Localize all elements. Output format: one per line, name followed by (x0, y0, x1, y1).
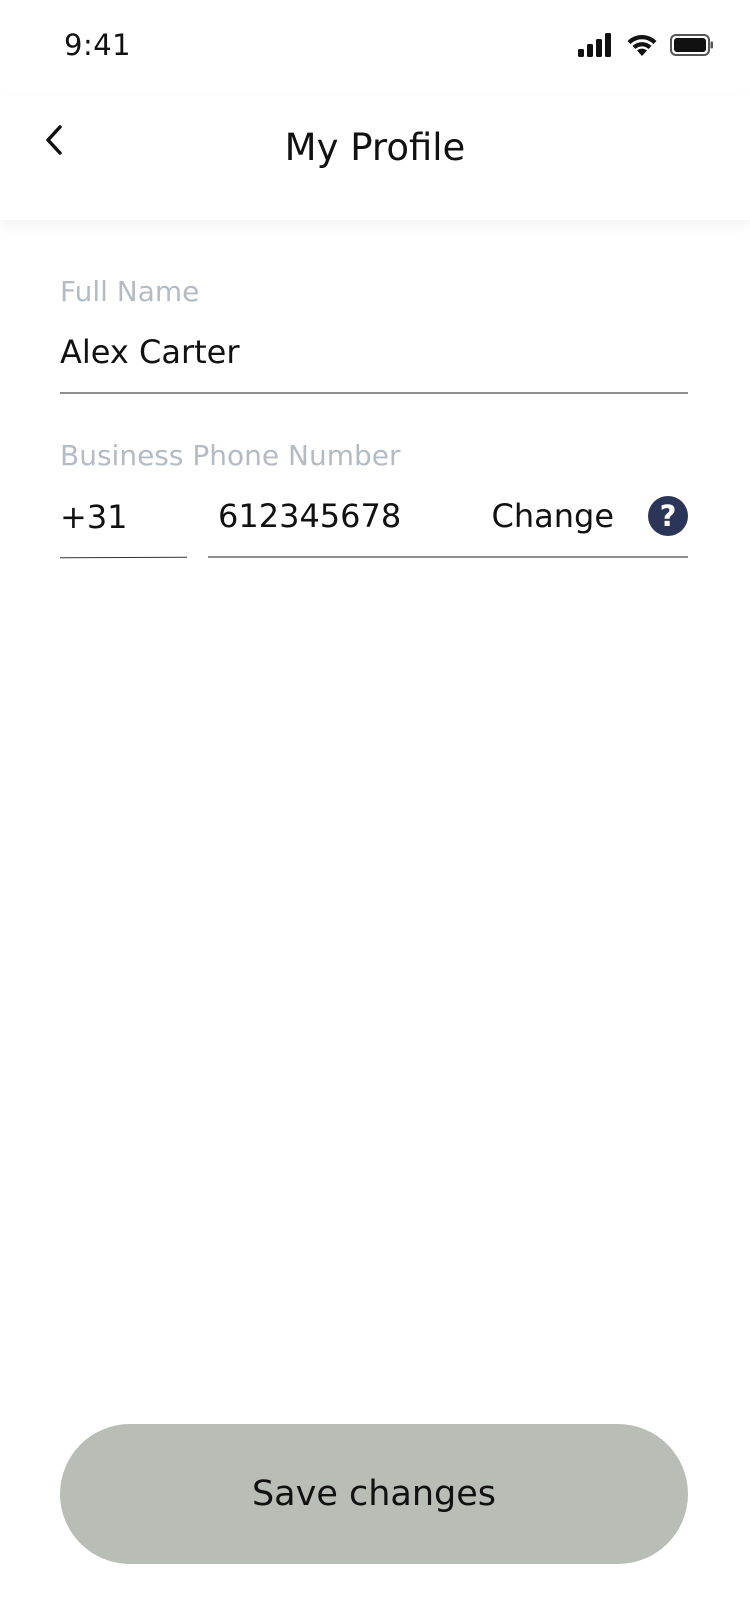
phone-number-field: Change ? (208, 488, 688, 558)
full-name-underline (60, 392, 688, 394)
country-code-input[interactable] (60, 489, 187, 545)
change-button[interactable]: Change (491, 497, 614, 535)
business-phone-field: Business Phone Number Change ? (59, 436, 688, 559)
phone-row: Change ? (59, 488, 688, 559)
page-title: My Profile (284, 126, 466, 169)
business-phone-label: Business Phone Number (60, 439, 401, 472)
phone-number-row: Change ? (208, 488, 688, 544)
phone-number-input[interactable] (208, 488, 492, 544)
wifi-icon (626, 33, 658, 61)
profile-form: Full Name Business Phone Number Change ? (59, 272, 688, 559)
help-icon[interactable]: ? (648, 496, 688, 536)
signal-icon (578, 33, 614, 61)
save-changes-button[interactable]: Save changes (60, 1424, 688, 1564)
status-bar: 9:41 (0, 0, 750, 96)
profile-screen: 9:41 My Profile Full Name Alex Carter Bu… (0, 0, 750, 1624)
header: My Profile (0, 96, 750, 220)
full-name-input[interactable] (60, 324, 688, 380)
country-code-underline (59, 556, 188, 559)
country-code-field (59, 489, 188, 559)
full-name-label: Full Name (60, 275, 200, 308)
full-name-field: Full Name (60, 272, 688, 394)
battery-icon (670, 33, 714, 61)
status-icons (578, 33, 714, 61)
phone-number-underline (208, 556, 688, 558)
status-time: 9:41 (64, 28, 132, 62)
